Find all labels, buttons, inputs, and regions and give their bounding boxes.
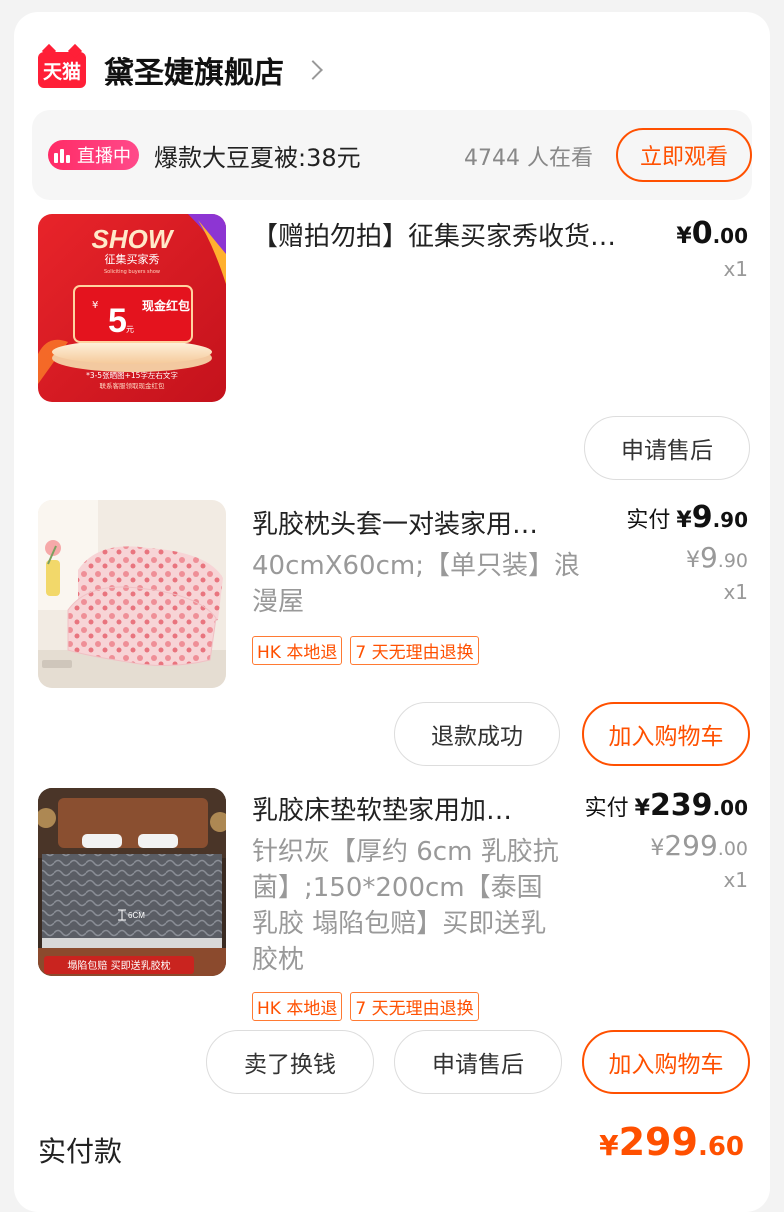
item-1-price: ¥0.00 x1	[676, 216, 748, 281]
price-dec: .00	[712, 796, 748, 820]
item-3-image[interactable]: 6CM 塌陷包赔 买即送乳胶枕	[38, 788, 226, 976]
watch-now-button[interactable]: 立即观看	[616, 128, 752, 182]
item-2-price: 实付 ¥9.90 ¥9.90 x1	[626, 500, 748, 604]
store-header[interactable]: 天猫 黛圣婕旗舰店	[38, 48, 323, 92]
show-subtitle: 征集买家秀	[105, 252, 160, 266]
item-3-spec: 针织灰【厚约 6cm 乳胶抗菌】;150*200cm【泰国乳胶 塌陷包赔】买即送…	[252, 837, 559, 975]
item-3-price-paid: 实付 ¥239.00	[585, 788, 748, 823]
tag-local-return: HK 本地退	[252, 992, 343, 1021]
mattress-image: 6CM 塌陷包赔 买即送乳胶枕	[38, 788, 226, 976]
paid-label: 实付	[584, 796, 629, 821]
yen-sign: ¥	[676, 508, 692, 533]
item-2-tags: HK 本地退 7 天无理由退换	[252, 636, 487, 665]
price-dec: .90	[717, 550, 748, 572]
item-3-price-original: ¥299.00	[585, 829, 748, 862]
yen-sign: ¥	[685, 548, 700, 573]
after-sale-button[interactable]: 申请售后	[394, 1030, 562, 1094]
mattress-size-mark: 6CM	[128, 911, 145, 920]
tag-local-return: HK 本地退	[252, 636, 343, 665]
yen-sign: ¥	[676, 224, 692, 249]
item-3-tags: HK 本地退 7 天无理由退换	[252, 992, 487, 1021]
item-3-qty: x1	[723, 868, 748, 892]
total-amount: ¥299.60	[599, 1120, 744, 1164]
item-2-image[interactable]	[38, 500, 226, 688]
mattress-banner: 塌陷包赔 买即送乳胶枕	[67, 959, 170, 972]
item-2-price-paid: 实付 ¥9.90	[626, 500, 748, 535]
show-text: SHOW	[92, 224, 175, 254]
tmall-logo-text: 天猫	[42, 60, 81, 83]
live-banner[interactable]: 直播中 爆款大豆夏被:38元 4744 人在看 立即观看	[32, 110, 752, 200]
price-dec: .00	[717, 838, 748, 860]
live-bars-icon	[54, 147, 72, 163]
coupon-amount: 5	[108, 302, 127, 340]
yen-sign: ¥	[599, 1129, 619, 1162]
yen-sign: ¥	[634, 796, 650, 821]
live-title: 爆款大豆夏被:38元	[154, 144, 361, 172]
price-int: 299	[664, 829, 718, 862]
live-badge: 直播中	[48, 140, 139, 170]
chevron-right-icon[interactable]	[303, 60, 323, 80]
price-int: 0	[691, 216, 713, 251]
add-to-cart-button[interactable]: 加入购物车	[582, 702, 750, 766]
live-badge-label: 直播中	[77, 146, 131, 167]
item-2-qty: x1	[723, 580, 748, 604]
price-int: 9	[691, 500, 713, 535]
tag-7-day-return: 7 天无理由退换	[350, 992, 479, 1021]
price-int: 9	[699, 541, 718, 574]
coupon-yen: ¥	[92, 300, 98, 311]
item-1-qty: x1	[723, 257, 748, 281]
total-label: 实付款	[38, 1135, 123, 1168]
show-coupon-image: SHOW 征集买家秀 Soliciting buyers show ¥ 5 元 …	[38, 214, 226, 402]
price-dec: .90	[712, 508, 748, 532]
price-int: 239	[649, 788, 713, 823]
live-viewer-count: 4744 人在看	[464, 146, 593, 171]
coupon-unit: 元	[126, 325, 134, 334]
show-footer-2: 联系客服领取现金红包	[100, 381, 166, 390]
order-card: 天猫 黛圣婕旗舰店 直播中 爆款大豆夏被:38元 4744 人在看 立即观看 S…	[14, 12, 770, 1212]
yen-sign: ¥	[650, 836, 665, 861]
item-2-title[interactable]: 乳胶枕头套一对装家用…	[252, 504, 592, 541]
item-3-title[interactable]: 乳胶床垫软垫家用加…	[252, 790, 562, 827]
show-footer-1: *3-5张晒图+15字左右文字	[86, 370, 178, 380]
item-1-image[interactable]: SHOW 征集买家秀 Soliciting buyers show ¥ 5 元 …	[38, 214, 226, 402]
show-subtitle-en: Soliciting buyers show	[104, 269, 160, 275]
add-to-cart-button[interactable]: 加入购物车	[582, 1030, 750, 1094]
pillow-image	[38, 500, 226, 688]
after-sale-button[interactable]: 申请售后	[584, 416, 750, 480]
refund-success-button[interactable]: 退款成功	[394, 702, 560, 766]
store-name[interactable]: 黛圣婕旗舰店	[104, 48, 284, 92]
price-int: 299	[618, 1120, 698, 1164]
item-2-price-original: ¥9.90	[626, 541, 748, 574]
item-1-price-paid: ¥0.00	[676, 216, 748, 251]
tag-7-day-return: 7 天无理由退换	[350, 636, 479, 665]
tmall-logo: 天猫	[38, 52, 86, 88]
paid-label: 实付	[626, 508, 671, 533]
sell-for-cash-button[interactable]: 卖了换钱	[206, 1030, 374, 1094]
price-dec: .60	[697, 1132, 744, 1162]
price-dec: .00	[712, 224, 748, 248]
coupon-label: 现金红包	[142, 298, 190, 313]
item-3-price: 实付 ¥239.00 ¥299.00 x1	[585, 788, 748, 892]
item-2-spec: 40cmX60cm;【单只装】浪漫屋	[252, 551, 580, 617]
item-1-title[interactable]: 【赠拍勿拍】征集买家秀收货…	[252, 216, 652, 253]
